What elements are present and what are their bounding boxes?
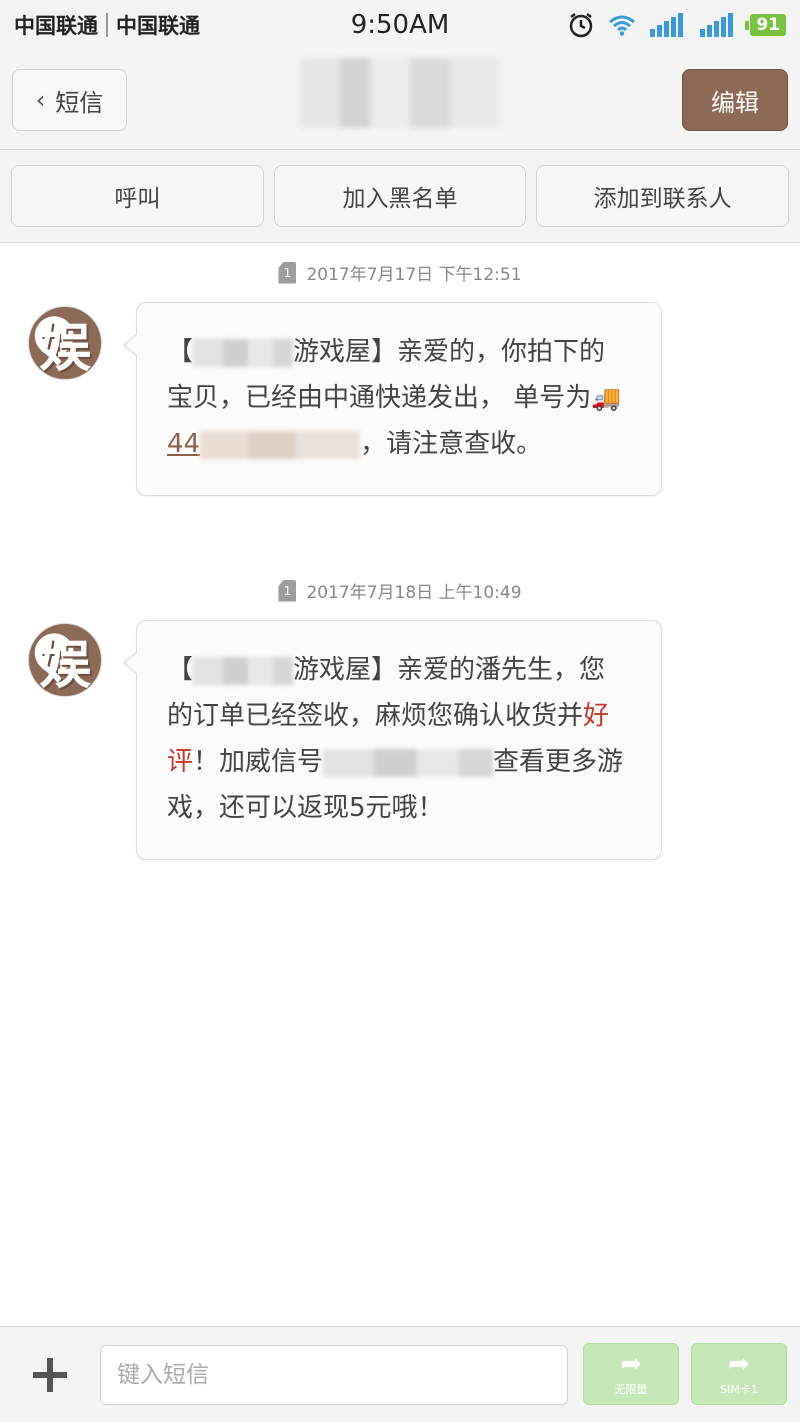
chevron-left-icon: ‹ [35,86,46,114]
tracking-number-link[interactable]: 44 [167,429,361,459]
message-text: 【 [167,337,194,367]
message-bubble[interactable]: 【游戏屋】亲爱的潘先生，您的订单已经签收，麻烦您确认收货并好评！加威信号 查看更多… [123,620,662,860]
truck-icon: 🚚 [591,384,622,412]
battery-icon: 91 [745,14,786,36]
alarm-icon [570,13,593,38]
compose-bar: ➦ 无限量 ➦ SIM卡1 [0,1326,800,1422]
avatar-glyph: 娱 [38,634,91,696]
message-list[interactable]: 1 2017年7月17日 下午12:51 娱 【游戏屋】亲爱的，你拍下的宝贝，已… [0,244,800,1326]
signal-icon-sim2 [650,13,684,37]
status-icons: 91 [568,12,786,38]
carrier-name-2: 中国联通 [116,14,200,38]
send-button-unlimited[interactable]: ➦ 无限量 [583,1343,679,1405]
message-text: ！加威信号 [193,747,324,777]
contact-title-redacted [300,58,500,128]
sender-avatar[interactable]: 娱 [28,306,102,380]
message-text: ，请注意查收。 [360,429,543,459]
send-button-label: 无限量 [614,1383,648,1396]
add-attachment-button[interactable] [28,1353,72,1397]
send-button-label: SIM卡1 [720,1383,758,1396]
send-arrow-icon: ➦ [620,1349,642,1379]
redacted-wechat-id [323,748,494,777]
call-button[interactable]: 呼叫 [11,165,264,227]
message-timestamp: 1 2017年7月18日 上午10:49 [0,578,800,603]
timestamp-text: 2017年7月17日 下午12:51 [306,265,522,285]
tracking-number-prefix: 44 [167,429,201,459]
add-to-blacklist-button[interactable]: 加入黑名单 [273,165,527,227]
message-bubble[interactable]: 【游戏屋】亲爱的，你拍下的宝贝，已经由中通快递发出， 单号为🚚44 ，请注意查收。 [123,302,662,496]
back-button[interactable]: ‹ 短信 [12,69,127,131]
back-button-label: 短信 [55,88,104,117]
message-timestamp: 1 2017年7月17日 下午12:51 [0,260,800,285]
sim-card-icon: 1 [278,261,297,284]
send-button-sim1[interactable]: ➦ SIM卡1 [691,1343,787,1405]
sim-card-icon: 1 [278,579,297,602]
contact-action-bar: 呼叫 加入黑名单 添加到联系人 [0,150,800,243]
redacted-text [193,656,294,685]
redacted-tracking-number [200,430,361,459]
add-to-contacts-button[interactable]: 添加到联系人 [536,165,790,227]
redacted-text [193,338,294,367]
wifi-icon [609,15,636,36]
carrier-divider [106,13,108,37]
timestamp-text: 2017年7月18日 上午10:49 [306,583,522,603]
conversation-header: ‹ 短信 编辑 [0,50,800,150]
sender-avatar[interactable]: 娱 [28,623,102,697]
sms-input[interactable] [100,1345,568,1405]
message-text: 【 [167,655,194,685]
edit-button[interactable]: 编辑 [682,69,788,131]
avatar-glyph: 娱 [38,317,91,379]
status-bar: 中国联通 中国联通 91 [0,0,800,50]
plus-icon [33,1358,67,1392]
signal-icon-sim1 [700,13,734,37]
send-arrow-icon: ➦ [728,1349,750,1379]
carrier-name-1: 中国联通 [14,14,98,38]
